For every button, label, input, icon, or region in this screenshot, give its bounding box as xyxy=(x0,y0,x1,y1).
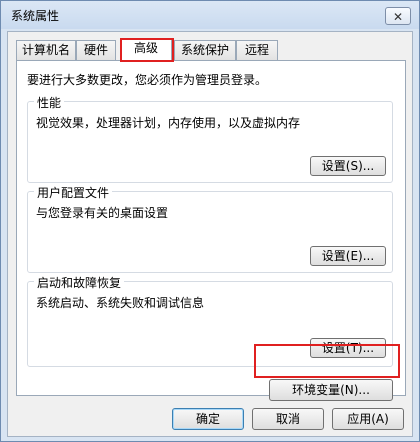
tab-hardware[interactable]: 硬件 xyxy=(76,40,116,60)
window-title: 系统属性 xyxy=(11,9,60,23)
user-profiles-group: 用户配置文件 与您登录有关的桌面设置 设置(E)... xyxy=(27,184,393,273)
startup-recovery-settings-button[interactable]: 设置(T)... xyxy=(310,338,386,358)
user-profiles-description: 与您登录有关的桌面设置 xyxy=(36,206,169,220)
tab-advanced[interactable]: 高级 xyxy=(120,38,172,61)
apply-button[interactable]: 应用(A) xyxy=(332,408,404,430)
tab-system-protection[interactable]: 系统保护 xyxy=(174,40,236,60)
startup-recovery-title: 启动和故障恢复 xyxy=(34,274,125,291)
system-properties-window: 系统属性 ✕ 计算机名 硬件 高级 系统保护 远程 要进行大多数更改，您必须作为… xyxy=(0,0,420,442)
cancel-button[interactable]: 取消 xyxy=(252,408,324,430)
close-button[interactable]: ✕ xyxy=(385,7,411,25)
dialog-button-row: 确定 取消 应用(A) xyxy=(8,404,414,434)
startup-recovery-description: 系统启动、系统失败和调试信息 xyxy=(36,296,205,310)
dialog-client-area: 计算机名 硬件 高级 系统保护 远程 要进行大多数更改，您必须作为管理员登录。 … xyxy=(7,31,413,437)
startup-recovery-group: 启动和故障恢复 系统启动、系统失败和调试信息 设置(T)... xyxy=(27,274,393,367)
performance-settings-button[interactable]: 设置(S)... xyxy=(310,156,386,176)
tab-computer-name[interactable]: 计算机名 xyxy=(16,40,76,60)
user-profiles-title: 用户配置文件 xyxy=(34,184,113,201)
user-profiles-settings-button[interactable]: 设置(E)... xyxy=(310,246,386,266)
advanced-tab-panel: 要进行大多数更改，您必须作为管理员登录。 性能 视觉效果，处理器计划，内存使用，… xyxy=(16,60,406,401)
environment-variables-button[interactable]: 环境变量(N)... xyxy=(269,379,393,401)
admin-notice: 要进行大多数更改，您必须作为管理员登录。 xyxy=(27,73,268,87)
close-icon: ✕ xyxy=(392,10,404,24)
performance-title: 性能 xyxy=(34,94,65,111)
tab-remote[interactable]: 远程 xyxy=(236,40,278,60)
ok-button[interactable]: 确定 xyxy=(172,408,244,430)
performance-group: 性能 视觉效果，处理器计划，内存使用，以及虚拟内存 设置(S)... xyxy=(27,94,393,183)
performance-description: 视觉效果，处理器计划，内存使用，以及虚拟内存 xyxy=(36,116,301,130)
title-bar[interactable]: 系统属性 ✕ xyxy=(1,1,419,29)
